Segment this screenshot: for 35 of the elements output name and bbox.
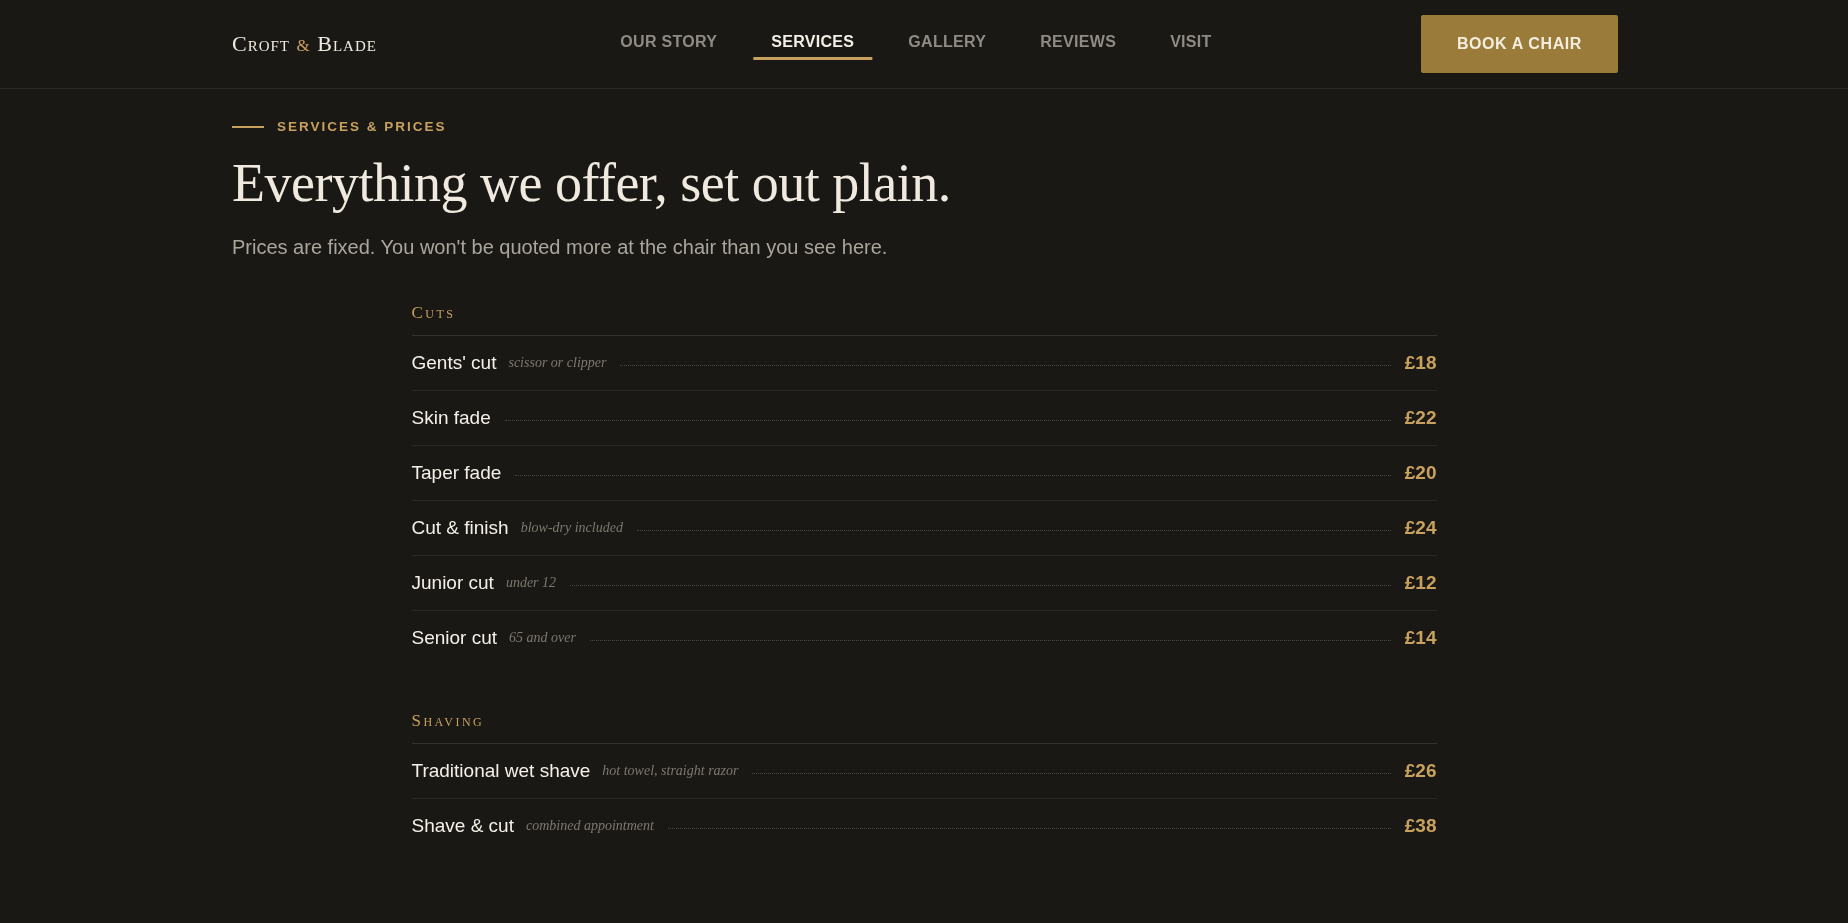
intro-text: Prices are fixed. You won't be quoted more at the chair than you see here. xyxy=(232,236,889,259)
nav-link[interactable]: OUR STORY xyxy=(602,28,736,60)
service-note: combined appointment xyxy=(525,818,654,834)
service-name: Taper fade xyxy=(411,462,502,484)
service-name: Traditional wet shave xyxy=(411,760,591,782)
service-price: £20 xyxy=(1404,462,1437,484)
service-note: 65 and over xyxy=(509,630,576,646)
service-price: £26 xyxy=(1404,760,1437,782)
service-name: Cut & finish xyxy=(411,517,509,539)
service-name: Junior cut xyxy=(411,572,494,594)
eyebrow-label: SERVICES & PRICES xyxy=(277,119,447,134)
service-name: Gents' cut xyxy=(411,352,497,374)
nav-link[interactable]: REVIEWS xyxy=(1022,28,1135,60)
nav-link[interactable]: VISIT xyxy=(1152,28,1230,60)
logo[interactable]: Croft & Blade xyxy=(232,31,377,57)
page-heading: Everything we offer, set out plain. xyxy=(232,152,952,214)
service-name: Shave & cut xyxy=(411,815,514,837)
service-note: scissor or clipper xyxy=(508,355,607,371)
eyebrow-rule xyxy=(232,125,264,128)
service-name: Senior cut xyxy=(411,627,498,649)
service-price: £12 xyxy=(1404,572,1437,594)
section-heading: Shaving xyxy=(411,711,1437,744)
service-price: £22 xyxy=(1404,407,1437,429)
service-price: £14 xyxy=(1404,627,1437,649)
service-note: under 12 xyxy=(505,575,557,591)
service-price: £18 xyxy=(1404,352,1437,374)
service-note: hot towel, straight razor xyxy=(602,763,739,779)
nav-link[interactable]: SERVICES xyxy=(753,28,873,60)
service-price: £38 xyxy=(1404,815,1437,837)
book-button[interactable]: BOOK A CHAIR xyxy=(1420,15,1618,73)
nav-link[interactable]: GALLERY xyxy=(890,28,1005,60)
section-heading: Cuts xyxy=(411,303,1437,336)
service-note: blow-dry included xyxy=(520,520,623,536)
service-price: £24 xyxy=(1404,517,1437,539)
service-name: Skin fade xyxy=(411,407,491,429)
